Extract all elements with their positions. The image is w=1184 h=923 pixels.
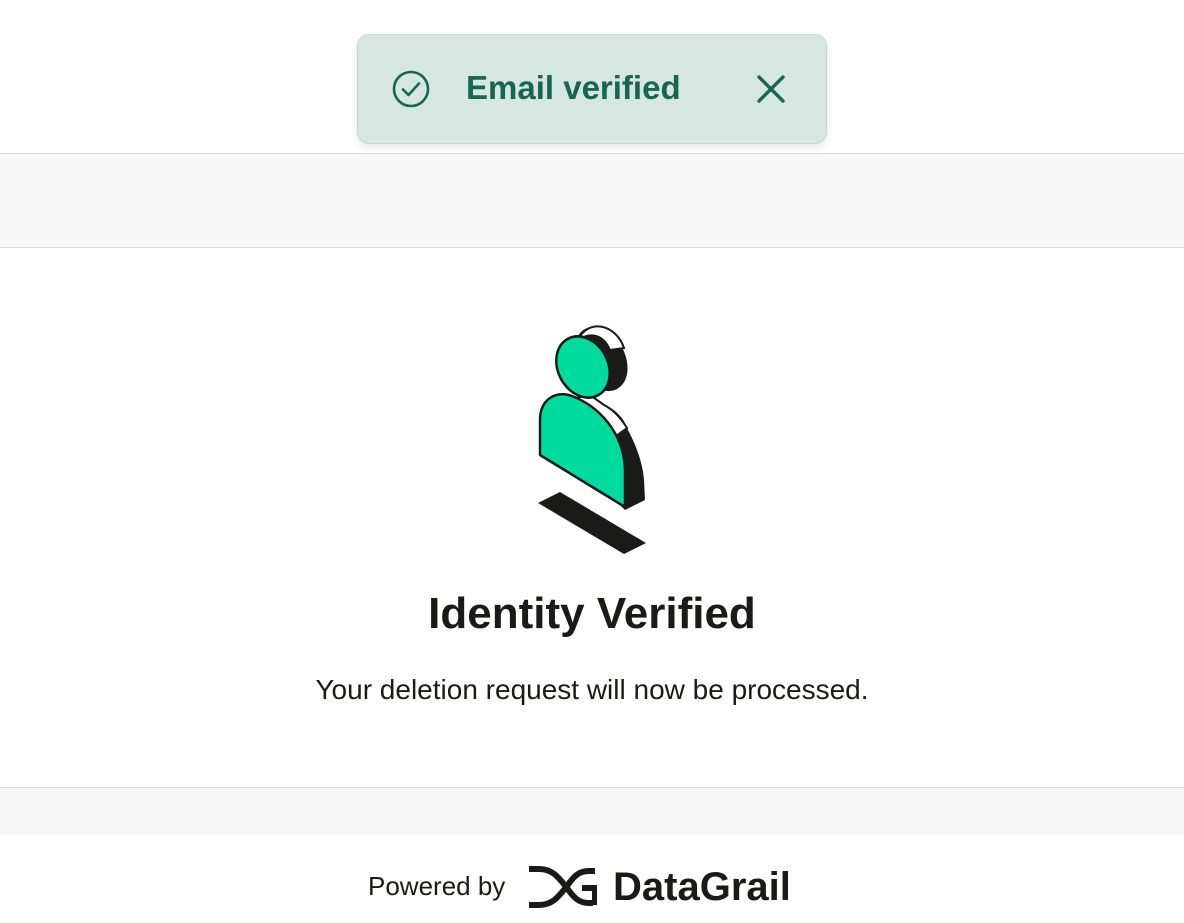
upper-divider-band: [0, 153, 1184, 248]
page-title: Identity Verified: [428, 589, 756, 638]
datagrail-logo-icon: [529, 866, 597, 908]
powered-by-label: Powered by: [368, 871, 506, 901]
toast-close-button[interactable]: [754, 72, 788, 106]
person-verified-illustration: [538, 325, 646, 554]
check-circle-icon: [392, 70, 430, 108]
page-subtitle: Your deletion request will now be proces…: [315, 674, 869, 705]
toast-message: Email verified: [466, 69, 681, 106]
close-icon: [757, 75, 785, 103]
datagrail-brand-name: DataGrail: [613, 865, 791, 909]
page: Identity Verified Your deletion request …: [0, 0, 1184, 923]
datagrail-logo-link[interactable]: DataGrail: [527, 866, 819, 908]
lower-divider-band: [0, 787, 1184, 835]
